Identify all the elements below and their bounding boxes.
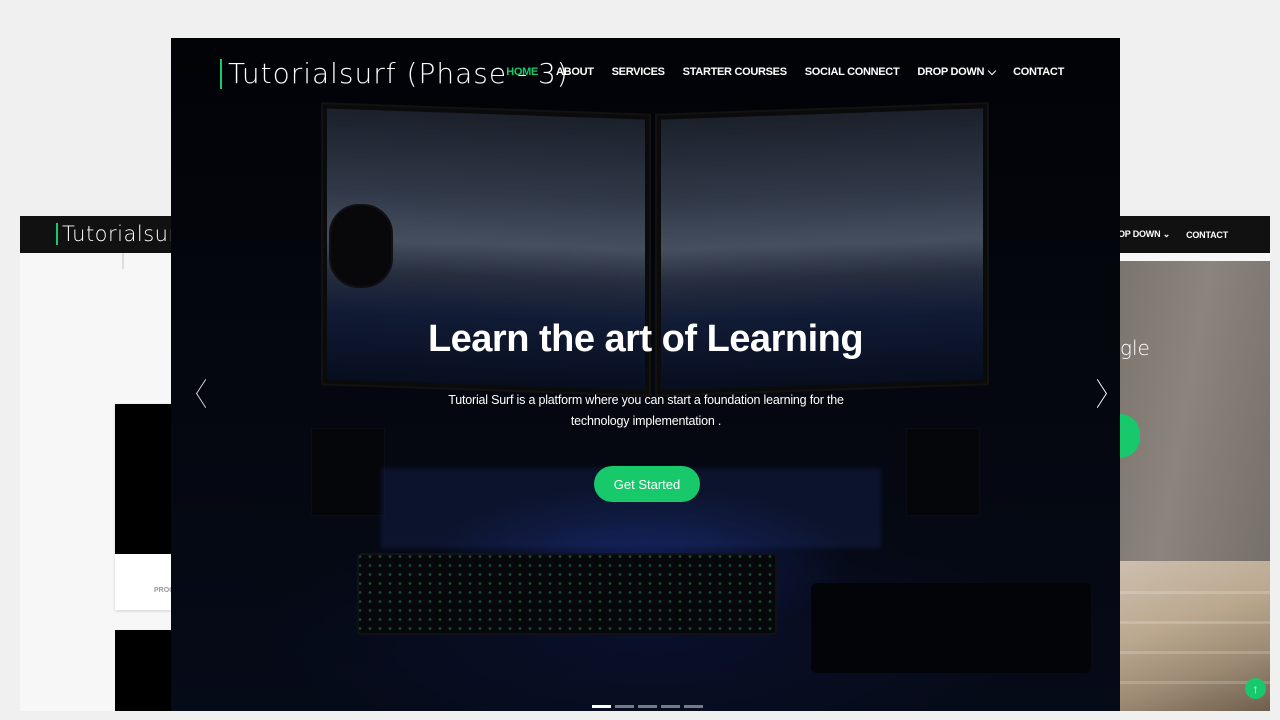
nav-services[interactable]: SERVICES bbox=[612, 66, 665, 78]
hero-overlay bbox=[171, 38, 1120, 711]
back-card[interactable]: PROC bbox=[115, 404, 175, 610]
main-navbar: Tutorialsurf (Phase - 3) HOME ABOUT SERV… bbox=[171, 38, 1120, 110]
foreground-window: Tutorialsurf (Phase - 3) HOME ABOUT SERV… bbox=[171, 38, 1120, 711]
back-hero-photo bbox=[1120, 261, 1270, 561]
chevron-down-icon bbox=[987, 66, 997, 75]
back-hero-text: gle bbox=[1120, 336, 1150, 360]
back-nav-menu: DROP DOWN ⌄ CONTACT bbox=[1105, 216, 1270, 253]
nav-contact[interactable]: CONTACT bbox=[1013, 66, 1064, 78]
back-card-image bbox=[115, 404, 175, 554]
hero-subtitle: Tutorial Surf is a platform where you ca… bbox=[448, 393, 844, 428]
get-started-button[interactable]: Get Started bbox=[594, 466, 700, 502]
carousel-indicators bbox=[592, 705, 703, 708]
chevron-right-icon[interactable] bbox=[1093, 378, 1111, 408]
carousel-indicator[interactable] bbox=[592, 705, 611, 708]
chevron-down-icon: ⌄ bbox=[1162, 229, 1171, 239]
hero-title: Learn the art of Learning bbox=[427, 318, 864, 360]
back-card-image-2[interactable] bbox=[115, 630, 175, 711]
nav-starter-courses[interactable]: STARTER COURSES bbox=[683, 66, 787, 78]
carousel-indicator[interactable] bbox=[638, 705, 657, 708]
carousel-indicator[interactable] bbox=[684, 705, 703, 708]
window-bottom-gap bbox=[171, 711, 1120, 720]
carousel-indicator[interactable] bbox=[615, 705, 634, 708]
nav-menu: HOME ABOUT SERVICES STARTER COURSES SOCI… bbox=[506, 66, 1064, 78]
back-nav-contact[interactable]: CONTACT bbox=[1186, 230, 1228, 240]
chevron-left-icon[interactable] bbox=[191, 378, 209, 408]
nav-drop-down[interactable]: DROP DOWN bbox=[917, 66, 997, 78]
nav-drop-down-label: DROP DOWN bbox=[917, 66, 985, 78]
nav-home[interactable]: HOME bbox=[506, 66, 538, 78]
nav-social-connect[interactable]: SOCIAL CONNECT bbox=[805, 66, 900, 78]
arrow-up-icon: ↑ bbox=[1252, 681, 1259, 696]
back-brand-logo[interactable]: Tutorialsurf bbox=[56, 223, 185, 245]
scroll-to-top-button[interactable]: ↑ bbox=[1245, 678, 1266, 699]
back-divider bbox=[122, 253, 124, 269]
nav-about[interactable]: ABOUT bbox=[556, 66, 594, 78]
carousel-indicator[interactable] bbox=[661, 705, 680, 708]
